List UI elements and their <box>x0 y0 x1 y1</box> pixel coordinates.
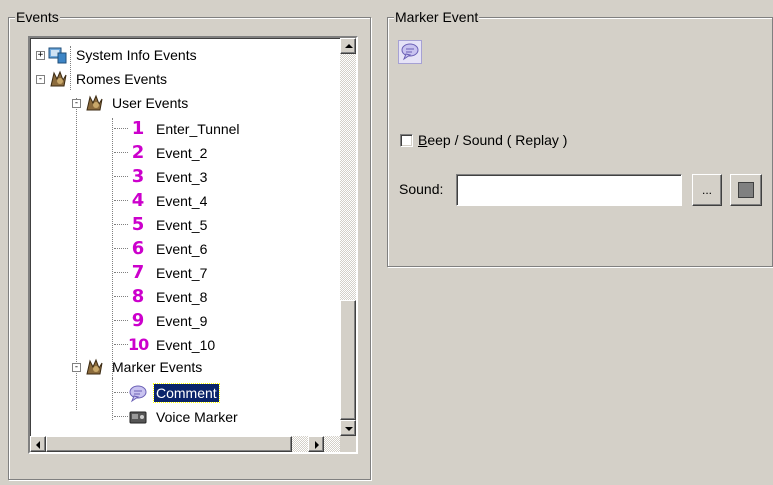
expand-system-info[interactable]: + <box>36 51 45 60</box>
arrow-down-icon <box>345 427 353 431</box>
tree-vertical-scrollbar[interactable] <box>340 38 356 436</box>
tree-label: Event_10 <box>156 337 216 353</box>
tree-label: Event_9 <box>156 313 208 329</box>
sound-label: Sound: <box>399 181 444 197</box>
number-2-icon: 2 <box>131 142 145 163</box>
tree-item-comment[interactable]: Comment <box>128 382 220 404</box>
stop-sound-button[interactable] <box>730 174 762 206</box>
sound-input[interactable] <box>456 174 682 206</box>
tree-label: Romes Events <box>76 71 168 87</box>
tree-item-event-7[interactable]: 7 Event_7 <box>128 262 209 284</box>
tree-item-user-events[interactable]: User Events <box>84 92 190 114</box>
scroll-up-button[interactable] <box>340 38 356 54</box>
number-1-icon: 1 <box>131 118 145 139</box>
tree-item-event-2[interactable]: 2 Event_2 <box>128 142 209 164</box>
tree-item-event-1[interactable]: 1 Enter_Tunnel <box>128 118 242 140</box>
tree-label: Event_7 <box>156 265 208 281</box>
speech-bubble-icon <box>398 40 422 64</box>
speech-bubble-icon <box>129 385 147 403</box>
tree-label: Event_4 <box>156 193 208 209</box>
number-8-icon: 8 <box>131 286 145 307</box>
system-info-icon <box>48 47 67 64</box>
arrow-left-icon <box>36 441 40 449</box>
tree-item-event-4[interactable]: 4 Event_4 <box>128 190 209 212</box>
tree-item-event-8[interactable]: 8 Event_8 <box>128 286 209 308</box>
tree-item-event-3[interactable]: 3 Event_3 <box>128 166 209 188</box>
arrow-up-icon <box>345 44 353 48</box>
scroll-right-button[interactable] <box>308 436 324 452</box>
number-6-icon: 6 <box>131 238 145 259</box>
tree-label: Event_5 <box>156 217 208 233</box>
number-4-icon: 4 <box>131 190 145 211</box>
voice-recorder-icon <box>129 411 147 424</box>
browse-sound-button[interactable]: ... <box>692 174 722 206</box>
tree-item-event-10[interactable]: 10 Event_10 <box>128 334 217 356</box>
stop-square-icon <box>738 182 754 198</box>
collapse-romes-events[interactable]: - <box>36 75 45 84</box>
marker-events-icon <box>86 358 103 375</box>
number-3-icon: 3 <box>131 166 145 187</box>
tree-label: Comment <box>153 383 220 403</box>
tree-horizontal-scrollbar[interactable] <box>30 436 340 452</box>
collapse-marker-events[interactable]: - <box>72 363 81 372</box>
tree-item-system-info-events[interactable]: System Info Events <box>48 44 199 66</box>
romes-events-icon <box>50 70 67 87</box>
beep-sound-label[interactable]: Beep / Sound ( Replay ) <box>418 131 567 149</box>
number-7-icon: 7 <box>131 262 145 283</box>
scroll-thumb[interactable] <box>340 300 356 420</box>
scrollbar-corner <box>340 436 356 452</box>
tree-item-marker-events[interactable]: Marker Events <box>84 356 204 378</box>
number-5-icon: 5 <box>131 214 145 235</box>
tree-item-event-6[interactable]: 6 Event_6 <box>128 238 209 260</box>
arrow-right-icon <box>315 441 319 449</box>
collapse-user-events[interactable]: - <box>72 99 81 108</box>
tree-label: Event_8 <box>156 289 208 305</box>
scroll-left-button[interactable] <box>30 436 46 452</box>
number-9-icon: 9 <box>131 310 145 331</box>
tree-item-romes-events[interactable]: Romes Events <box>48 68 169 90</box>
tree-item-event-9[interactable]: 9 Event_9 <box>128 310 209 332</box>
beep-accelerator: B <box>418 132 428 148</box>
beep-label-rest: eep / Sound ( Replay ) <box>427 132 568 148</box>
beep-sound-checkbox[interactable] <box>400 134 413 147</box>
tree-label: Voice Marker <box>156 409 238 425</box>
tree-label: Event_3 <box>156 169 208 185</box>
number-10-icon: 10 <box>128 335 149 354</box>
tree-label: Event_6 <box>156 241 208 257</box>
tree-label: System Info Events <box>76 47 197 63</box>
tree-label: Enter_Tunnel <box>156 121 240 137</box>
scroll-down-button[interactable] <box>340 420 356 436</box>
tree-label: Marker Events <box>112 359 203 375</box>
marker-event-group-title: Marker Event <box>394 9 480 25</box>
tree-label: User Events <box>112 95 189 111</box>
events-tree[interactable]: + - - - System Info Events Romes Events <box>28 36 358 454</box>
tree-label: Event_2 <box>156 145 208 161</box>
tree-item-voice-marker[interactable]: Voice Marker <box>128 406 240 428</box>
tree-item-event-5[interactable]: 5 Event_5 <box>128 214 209 236</box>
horizontal-scroll-thumb[interactable] <box>46 436 292 452</box>
user-events-icon <box>86 94 103 111</box>
events-group-title: Events <box>15 9 60 25</box>
